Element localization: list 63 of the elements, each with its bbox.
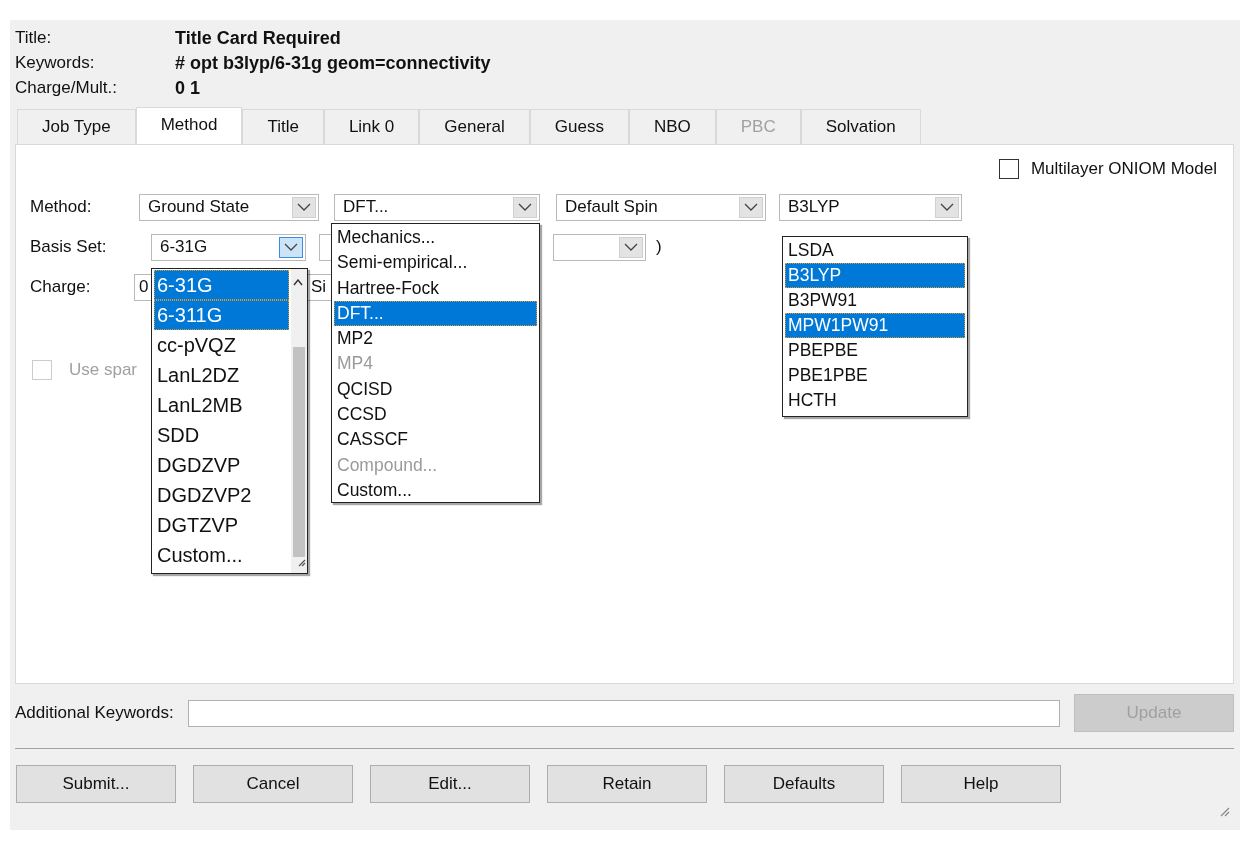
list-item[interactable]: Semi-empirical...	[334, 250, 537, 276]
list-item[interactable]: DGDZVP	[154, 450, 289, 480]
tab[interactable]: Solvation	[800, 109, 921, 144]
list-item[interactable]: Mechanics...	[334, 225, 537, 251]
field-label: Method:	[30, 197, 93, 217]
list-item[interactable]: LanL2MB	[154, 390, 289, 420]
dialog-button[interactable]: Edit...	[370, 765, 530, 803]
dialog-button[interactable]: Defaults	[724, 765, 884, 803]
list-item[interactable]: PBEPBE	[785, 338, 965, 363]
list-item[interactable]: MPW1PW91	[785, 313, 965, 338]
list-item[interactable]: LSDA	[785, 238, 965, 263]
checkbox-label: Multilayer ONIOM Model	[1030, 159, 1217, 179]
field-label: Keywords:	[15, 53, 96, 74]
charge-field[interactable]: 0	[134, 273, 151, 301]
dialog-button[interactable]: Submit...	[16, 765, 176, 803]
list-item[interactable]: CASSCF	[334, 427, 537, 453]
field-value: Title Card Required	[175, 28, 342, 49]
dropdown[interactable]: B3LYP	[779, 193, 962, 221]
list-item[interactable]: 6-31G	[154, 270, 289, 300]
dropdown[interactable]: DFT...	[334, 193, 540, 221]
dialog-button[interactable]: Retain	[547, 765, 707, 803]
field-label: Charge/Mult.:	[15, 78, 119, 99]
dialog-button[interactable]: Cancel	[193, 765, 353, 803]
list-item[interactable]: CCSD	[334, 402, 537, 428]
dropdown[interactable]: 6-31G	[151, 233, 306, 261]
tab[interactable]: Method	[135, 107, 243, 146]
tab[interactable]: Link 0	[323, 109, 420, 144]
scrollbar[interactable]	[291, 269, 307, 573]
field-label: Additional Keywords:	[15, 703, 174, 723]
checkbox-label: Use spar	[69, 360, 138, 380]
tab[interactable]: NBO	[628, 109, 716, 144]
field-label: Title:	[15, 28, 53, 49]
list-item[interactable]: HCTH	[785, 388, 965, 413]
field-label: Basis Set:	[30, 237, 108, 257]
dropdown[interactable]: Ground State	[139, 193, 319, 221]
list-item[interactable]: DGTZVP	[154, 510, 289, 540]
list-item[interactable]: QCISD	[334, 376, 537, 403]
dialog-button[interactable]: Help	[901, 765, 1061, 803]
list-item[interactable]: PBE1PBE	[785, 363, 965, 388]
list-item[interactable]: DGDZVP2	[154, 480, 289, 510]
list-item[interactable]: DFT...	[334, 300, 537, 327]
list-item[interactable]: Custom...	[154, 540, 289, 570]
tab[interactable]: General	[419, 109, 530, 144]
tab[interactable]: Guess	[529, 109, 629, 144]
list-item[interactable]: cc-pVQZ	[154, 330, 289, 360]
list-item[interactable]: 6-311G	[154, 300, 289, 330]
field-value: 0 1	[175, 78, 202, 99]
checkbox[interactable]	[998, 159, 1019, 179]
list-item[interactable]: LanL2DZ	[154, 360, 289, 390]
tab[interactable]: Title	[242, 109, 324, 144]
bracket-label: )	[656, 237, 662, 257]
chevron-down-icon	[619, 236, 643, 258]
dropdown[interactable]: Default Spin	[556, 193, 766, 221]
list-item[interactable]: Hartree-Fock	[334, 275, 537, 301]
list-item[interactable]: MP2	[334, 326, 537, 352]
field-label: Charge:	[30, 277, 92, 297]
tab[interactable]: Job Type	[17, 109, 136, 144]
field-value: # opt b3lyp/6-31g geom=connectivity	[175, 53, 492, 74]
list-item[interactable]: SDD	[154, 420, 289, 450]
input-field[interactable]	[187, 699, 1060, 727]
list-item[interactable]: B3LYP	[785, 263, 965, 288]
list-item[interactable]: B3PW91	[785, 288, 965, 313]
list-item[interactable]: Custom...	[334, 477, 537, 504]
